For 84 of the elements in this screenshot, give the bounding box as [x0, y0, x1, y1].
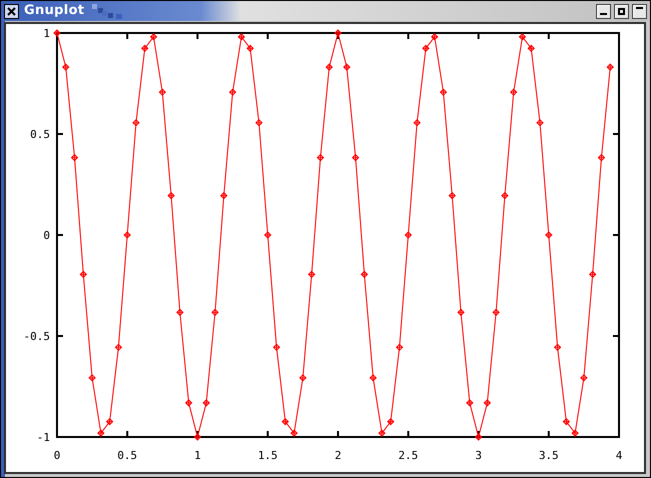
data-point: [141, 44, 149, 52]
data-point: [264, 231, 272, 238]
x-tick-label: 2: [334, 449, 342, 462]
data-point: [370, 374, 377, 382]
data-point: [510, 88, 518, 96]
data-point: [308, 270, 316, 278]
data-point: [334, 29, 342, 36]
shade-button[interactable]: [632, 4, 647, 18]
data-point: [606, 63, 614, 71]
close-icon: [7, 6, 16, 16]
data-point: [212, 308, 219, 316]
data-point: [492, 308, 500, 316]
data-point: [168, 192, 175, 200]
y-tick-label: 0.5: [30, 128, 50, 141]
data-point: [598, 154, 606, 162]
x-tick-label: 1.5: [258, 449, 278, 462]
data-point: [475, 433, 482, 440]
data-point: [440, 88, 448, 96]
data-point: [554, 344, 562, 351]
data-point: [114, 344, 122, 351]
data-point: [246, 44, 254, 52]
data-point: [158, 88, 166, 96]
x-tick-label: 0.5: [117, 449, 138, 462]
data-point: [220, 192, 228, 200]
data-point: [194, 433, 202, 440]
data-point: [387, 418, 394, 426]
data-point: [62, 63, 70, 71]
y-tick-label: -1: [36, 431, 50, 444]
data-point: [124, 231, 131, 238]
y-tick-label: 0: [43, 229, 50, 242]
data-point: [518, 33, 526, 40]
data-point: [326, 63, 333, 71]
data-point: [273, 344, 280, 351]
data-point: [202, 399, 210, 406]
data-point: [106, 418, 114, 426]
data-point: [97, 429, 105, 437]
data-point: [484, 399, 491, 406]
data-point: [352, 154, 360, 162]
window-title: Gnuplot: [24, 2, 84, 20]
data-point: [378, 429, 386, 437]
data-point: [71, 154, 78, 162]
data-point: [290, 429, 298, 437]
x-tick-label: 1: [194, 449, 201, 462]
data-point: [54, 29, 61, 36]
data-point: [466, 399, 474, 406]
data-point: [282, 418, 290, 426]
data-point: [431, 33, 438, 40]
data-point: [562, 418, 570, 426]
data-point: [414, 118, 421, 126]
data-point: [80, 270, 88, 278]
data-point: [176, 308, 184, 316]
data-point: [343, 63, 350, 71]
data-point: [88, 374, 96, 382]
data-point: [457, 308, 465, 316]
data-point: [150, 33, 158, 40]
x-tick-label: 3: [475, 449, 482, 462]
y-tick-label: 1: [43, 27, 50, 40]
data-point: [360, 270, 368, 278]
x-tick-label: 4: [616, 449, 622, 462]
data-point: [229, 88, 236, 96]
x-tick-label: 3.5: [538, 449, 559, 462]
data-point: [316, 154, 324, 162]
data-point: [528, 44, 535, 52]
data-point: [422, 44, 430, 52]
data-point: [545, 231, 552, 238]
data-point: [404, 231, 412, 238]
data-point: [572, 429, 579, 437]
data-point: [238, 33, 246, 40]
maximize-button[interactable]: [614, 4, 629, 18]
x-tick-label: 0: [54, 449, 60, 462]
close-button[interactable]: [4, 4, 19, 18]
y-tick-label: -0.5: [24, 330, 50, 343]
x-tick-label: 2.5: [398, 449, 418, 462]
data-point: [132, 118, 140, 126]
data-point: [396, 344, 404, 351]
data-point: [501, 192, 509, 200]
data-point: [255, 118, 263, 126]
data-point: [580, 374, 588, 382]
data-point: [589, 270, 596, 278]
data-point: [448, 192, 456, 200]
minimize-button[interactable]: [596, 4, 611, 18]
data-point: [299, 374, 307, 382]
data-point: [536, 118, 544, 126]
data-point: [185, 399, 192, 406]
